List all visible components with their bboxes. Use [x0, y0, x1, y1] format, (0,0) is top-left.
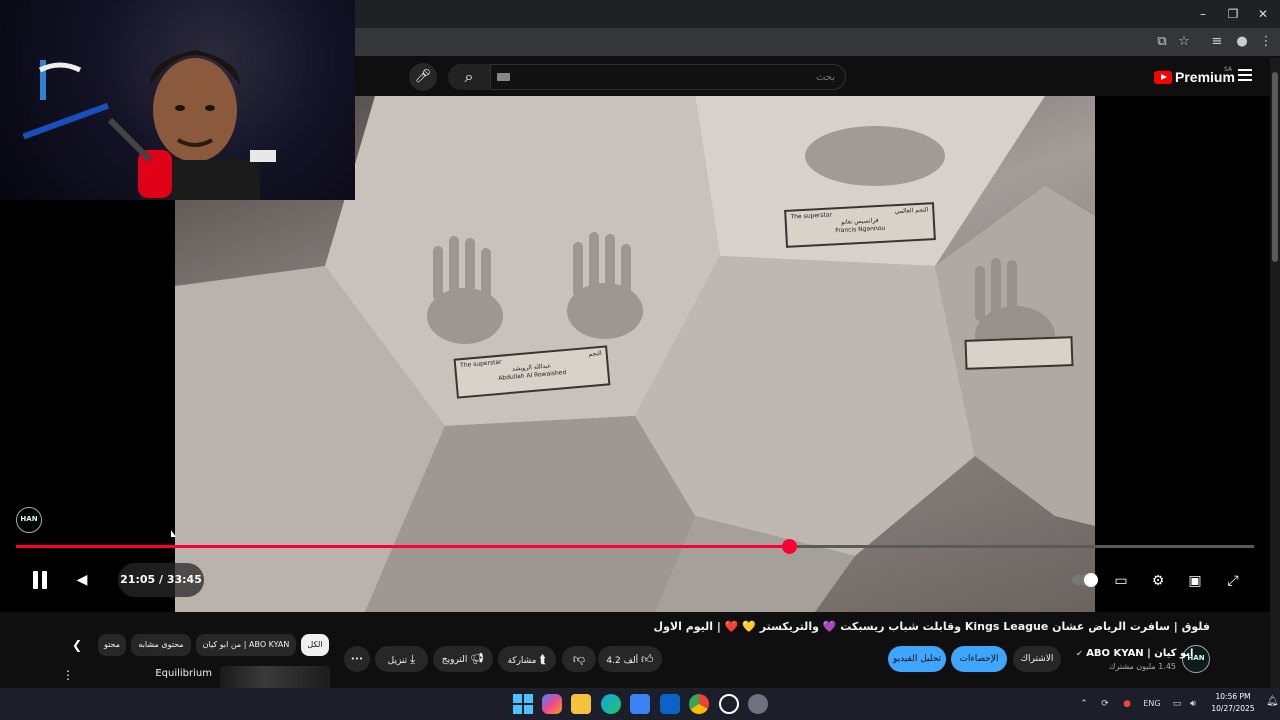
streamer-illustration: [22, 50, 276, 200]
channel-watermark[interactable]: HAN: [16, 507, 42, 533]
volume-icon[interactable]: ◀︎: [70, 568, 94, 592]
minimize-button[interactable]: –: [1188, 4, 1218, 24]
thumbs-down-icon: 👎︎: [572, 652, 586, 666]
speaker-icon[interactable]: 🔊︎: [1186, 697, 1200, 711]
language-indicator[interactable]: ENG: [1140, 697, 1164, 711]
pause-icon-bar: [33, 571, 38, 589]
recommendation-thumbnail[interactable]: [220, 666, 330, 688]
plaque-third: [964, 336, 1074, 370]
tray-chevron-icon[interactable]: ⌃: [1078, 697, 1090, 711]
like-button[interactable]: 4.2 ألف 👍︎: [598, 646, 662, 672]
subscriber-count: 1.45 مليون مشترك: [1108, 662, 1176, 671]
stats-button[interactable]: الإحصاءات: [951, 646, 1007, 672]
clock-time[interactable]: 10:56 PM: [1208, 692, 1258, 701]
progress-scrubber[interactable]: [781, 539, 797, 554]
keyboard-icon[interactable]: [497, 73, 510, 81]
search-button[interactable]: ⌕: [448, 64, 490, 90]
progress-fill: [16, 545, 789, 548]
browser-menu-icon[interactable]: ⋮: [1256, 33, 1276, 51]
region-code: SA: [1224, 66, 1233, 73]
pause-button[interactable]: [26, 566, 54, 596]
more-actions-button[interactable]: •••: [344, 646, 370, 672]
youtube-premium-logo[interactable]: Premium: [1154, 68, 1235, 86]
megaphone-icon: 📢︎: [470, 652, 485, 665]
search-input[interactable]: [490, 64, 846, 90]
promote-button[interactable]: الترويج 📢︎: [433, 646, 493, 672]
chip-more[interactable]: محتو: [98, 634, 126, 656]
subtitles-icon[interactable]: ▭: [1108, 568, 1134, 594]
hamburger-menu-icon[interactable]: [1238, 69, 1252, 81]
network-icon[interactable]: ▭: [1170, 697, 1184, 711]
toggle-knob: [1084, 573, 1098, 587]
channel-name[interactable]: ✔ ABO KYAN | ابو كيان: [1076, 648, 1193, 659]
download-icon: ⤓: [410, 652, 416, 666]
chip-all[interactable]: الكل: [301, 634, 329, 656]
close-window-button[interactable]: ✕: [1248, 4, 1278, 24]
store-icon[interactable]: [630, 694, 650, 714]
start-windows-icon[interactable]: [513, 694, 533, 714]
chip-related[interactable]: محتوى مشابه: [131, 634, 191, 656]
obs-icon[interactable]: [719, 694, 739, 714]
download-label: تنزيل: [387, 656, 408, 666]
recommendation-title[interactable]: Equilibrium: [140, 668, 212, 679]
share-button[interactable]: مشاركة ⮬: [498, 646, 556, 672]
pause-icon-bar: [42, 571, 47, 589]
time-display: 21:05 / 33:45: [118, 563, 204, 597]
scrollbar-thumb[interactable]: [1272, 72, 1278, 262]
notification-icon[interactable]: 🔔︎: [1266, 696, 1279, 710]
channel-name-text: ABO KYAN | ابو كيان: [1086, 648, 1194, 659]
chip-from-channel[interactable]: من ابو كيان | ABO KYAN: [196, 634, 296, 656]
restore-button[interactable]: ❐: [1218, 4, 1248, 24]
video-title: فلوق | سافرت الرياض عشان Kings League وق…: [653, 620, 1210, 633]
bookmark-star-icon[interactable]: ☆: [1174, 33, 1194, 51]
recommendation-menu-icon[interactable]: ⋮: [62, 668, 74, 684]
mouse-cursor: [171, 530, 176, 537]
share-icon: ⮬: [539, 652, 547, 666]
settings-gear-icon[interactable]: ⚙: [1145, 568, 1171, 594]
copilot-icon[interactable]: [542, 694, 562, 714]
plaque-ngannou: The superstar النجم العالمي فرانسيس نغان…: [784, 202, 936, 248]
settings-app-icon[interactable]: [748, 694, 768, 714]
webcam-overlay: [0, 0, 355, 200]
download-button[interactable]: تنزيل ⤓: [375, 646, 428, 672]
profile-avatar[interactable]: ●: [1232, 33, 1252, 51]
voice-search-icon[interactable]: 🎤︎: [409, 63, 437, 91]
share-label: مشاركة: [507, 656, 537, 666]
media-control-icon[interactable]: ≡: [1207, 33, 1227, 51]
recording-icon[interactable]: ●: [1120, 697, 1134, 711]
file-explorer-icon[interactable]: [571, 694, 591, 714]
edge-browser-icon[interactable]: [601, 694, 621, 714]
thumbs-up-icon: 👍︎: [641, 652, 654, 666]
like-count: 4.2 ألف: [606, 656, 639, 666]
sync-icon[interactable]: ⟳: [1098, 697, 1112, 711]
install-app-icon[interactable]: ⧉: [1152, 33, 1172, 51]
clock-date[interactable]: 10/27/2025: [1208, 704, 1258, 713]
analytics-button[interactable]: تحليل الفيديو: [888, 646, 946, 672]
subscribe-button[interactable]: الاشتراك: [1013, 646, 1061, 672]
youtube-play-icon: [1154, 70, 1172, 84]
outlook-icon[interactable]: [660, 694, 680, 714]
theater-mode-icon[interactable]: ▣: [1182, 568, 1208, 594]
dislike-button[interactable]: 👎︎: [562, 646, 596, 672]
chrome-icon[interactable]: [689, 694, 709, 714]
autoplay-toggle[interactable]: [1072, 571, 1098, 589]
fullscreen-icon[interactable]: ⤢: [1220, 568, 1246, 594]
verified-icon: ✔: [1076, 649, 1083, 658]
plaque-title-ar: النجم: [588, 349, 602, 358]
chevron-left-icon[interactable]: ❮: [68, 636, 86, 654]
promote-label: الترويج: [441, 655, 468, 665]
